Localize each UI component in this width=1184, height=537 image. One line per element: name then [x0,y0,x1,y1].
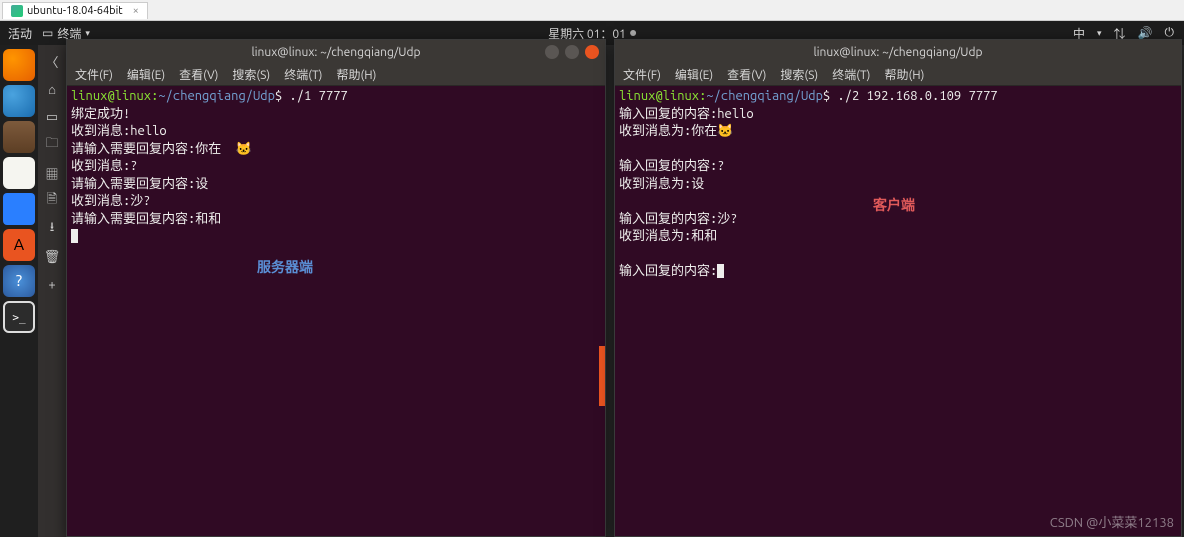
rhythmbox-icon[interactable] [3,157,35,189]
menu-search[interactable]: 搜索(S) [780,66,818,83]
firefox-icon[interactable] [3,49,35,81]
menu-search[interactable]: 搜索(S) [232,66,270,83]
output-line: 收到消息:? [71,159,138,173]
prompt-user: linux@linux [619,89,699,103]
home-icon[interactable]: ⌂ [44,81,60,97]
output-line: 绑定成功! [71,107,130,121]
downloads-icon[interactable]: ⭳ [44,221,60,237]
scrollbar[interactable] [599,346,605,406]
output-line: 请输入需要回复内容:和和 [71,212,221,226]
chevron-down-icon: ▾ [1097,28,1102,39]
help-icon[interactable]: ? [3,265,35,297]
menu-terminal[interactable]: 终端(T) [832,66,870,83]
nautilus-sidebar: 〈 ⌂ ▭ 🗀 ▦ 🗎 ⭳ 🗑 + [38,45,66,537]
server-terminal-window: linux@linux: ~/chengqiang/Udp 文件(F) 编辑(E… [66,39,606,537]
menu-terminal[interactable]: 终端(T) [284,66,322,83]
thunderbird-icon[interactable] [3,85,35,117]
terminal-icon: ▭ [42,26,53,40]
document-icon[interactable]: 🗎 [44,193,60,209]
prompt-path: ~/chengqiang/Udp [158,89,274,103]
vm-tab[interactable]: ubuntu-18.04-64bit × [2,2,148,19]
menu-file[interactable]: 文件(F) [623,66,661,83]
cursor-icon [71,229,78,243]
menu-file[interactable]: 文件(F) [75,66,113,83]
output-block: 输入回复的内容:hello 收到消息为:你在🐱 [619,107,754,139]
terminal-title: linux@linux: ~/chengqiang/Udp [251,46,420,59]
terminal-title: linux@linux: ~/chengqiang/Udp [813,46,982,59]
desktop-area: linux@linux: ~/chengqiang/Udp 文件(F) 编辑(E… [66,45,1184,537]
menu-help[interactable]: 帮助(H) [884,66,924,83]
terminal-titlebar[interactable]: linux@linux: ~/chengqiang/Udp [615,40,1181,64]
output-line: 请输入需要回复内容:你在 🐱 [71,142,252,156]
client-label: 客户端 [873,196,915,215]
menu-edit[interactable]: 编辑(E) [675,66,713,83]
ubuntu-software-icon[interactable]: A [3,229,35,261]
vm-tab-label: ubuntu-18.04-64bit [27,5,123,17]
files-icon[interactable] [3,121,35,153]
watermark: CSDN @小菜菜12138 [1050,512,1174,531]
output-line: 请输入需要回复内容:设 [71,177,208,191]
vm-tab-bar: ubuntu-18.04-64bit × [0,0,1184,21]
output-block: 输入回复的内容:? 收到消息为:设 [619,159,725,191]
terminal-menubar: 文件(F) 编辑(E) 查看(V) 搜索(S) 终端(T) 帮助(H) [615,64,1181,86]
notification-dot-icon [630,30,636,36]
menu-view[interactable]: 查看(V) [727,66,766,83]
desktop-icon[interactable]: ▭ [44,109,60,125]
output-block: 输入回复的内容:沙? 收到消息为:和和 [619,212,738,244]
output-line: 收到消息:hello [71,124,167,138]
trash-icon[interactable]: 🗑 [44,249,60,265]
minimize-button[interactable] [545,45,559,59]
maximize-button[interactable] [565,45,579,59]
chevron-down-icon: ▾ [85,28,90,39]
terminal-titlebar[interactable]: linux@linux: ~/chengqiang/Udp [67,40,605,64]
command-text: ./2 192.168.0.109 7777 [830,89,997,103]
output-block: 输入回复的内容: [619,264,717,278]
prompt-user: linux@linux [71,89,151,103]
dock: A ? >_ [0,45,38,537]
vm-icon [11,5,23,17]
cursor-icon [717,264,724,278]
grid-icon[interactable]: ▦ [44,165,60,181]
menu-edit[interactable]: 编辑(E) [127,66,165,83]
terminal-app-icon[interactable]: >_ [3,301,35,333]
vm-tab-close[interactable]: × [133,5,139,17]
output-line: 收到消息:沙? [71,194,151,208]
command-text: ./1 7777 [282,89,348,103]
add-icon[interactable]: + [44,277,60,293]
prompt-path: ~/chengqiang/Udp [706,89,822,103]
menu-view[interactable]: 查看(V) [179,66,218,83]
server-label: 服务器端 [257,258,313,277]
back-icon[interactable]: 〈 [44,53,60,69]
folder-icon[interactable]: 🗀 [44,137,60,153]
terminal-menubar: 文件(F) 编辑(E) 查看(V) 搜索(S) 终端(T) 帮助(H) [67,64,605,86]
volume-icon[interactable]: 🔊 [1138,26,1153,40]
menu-help[interactable]: 帮助(H) [336,66,376,83]
client-terminal-window: linux@linux: ~/chengqiang/Udp 文件(F) 编辑(E… [614,39,1182,537]
activities-button[interactable]: 活动 [8,25,32,42]
terminal-body[interactable]: linux@linux:~/chengqiang/Udp$ ./1 7777 绑… [67,86,605,536]
power-icon[interactable]: ⏻ [1165,26,1175,40]
terminal-body[interactable]: linux@linux:~/chengqiang/Udp$ ./2 192.16… [615,86,1181,536]
libreoffice-writer-icon[interactable] [3,193,35,225]
close-button[interactable] [585,45,599,59]
